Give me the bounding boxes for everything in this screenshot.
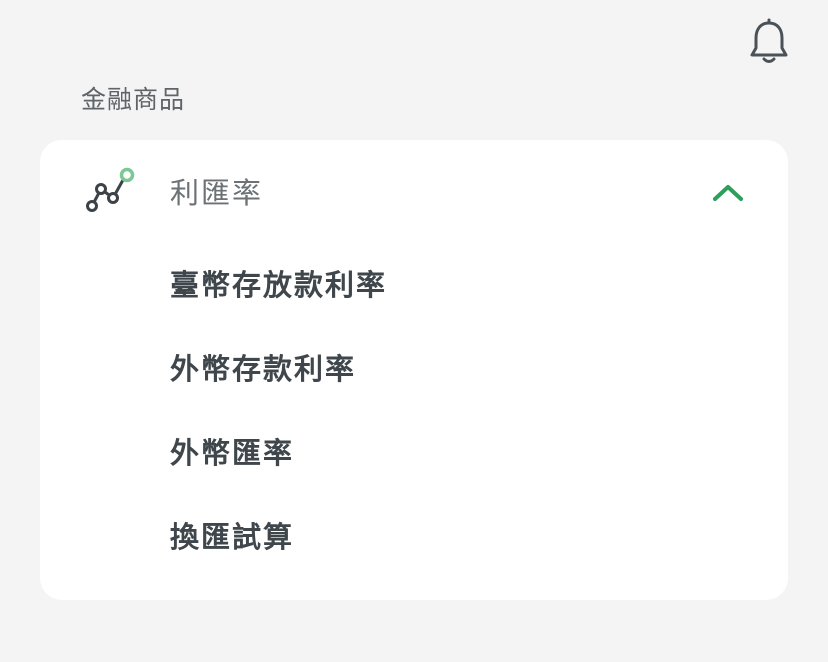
chevron-up-icon[interactable] [708, 178, 748, 206]
accordion-label: 利匯率 [170, 176, 264, 210]
menu-item-foreign-deposit-rates[interactable]: 外幣存款利率 [170, 350, 356, 388]
menu-item-exchange-calculator[interactable]: 換匯試算 [170, 518, 294, 556]
accordion-header-rates[interactable]: 利匯率 [40, 140, 788, 246]
menu-item-exchange-rates[interactable]: 外幣匯率 [170, 434, 294, 472]
rates-card: 利匯率 臺幣存放款利率 外幣存款利率 外幣匯率 換匯試算 [40, 140, 788, 600]
rate-chart-icon [84, 164, 140, 212]
section-title: 金融商品 [81, 85, 186, 114]
bell-icon[interactable] [748, 18, 790, 66]
menu-item-twd-rates[interactable]: 臺幣存放款利率 [170, 266, 387, 304]
